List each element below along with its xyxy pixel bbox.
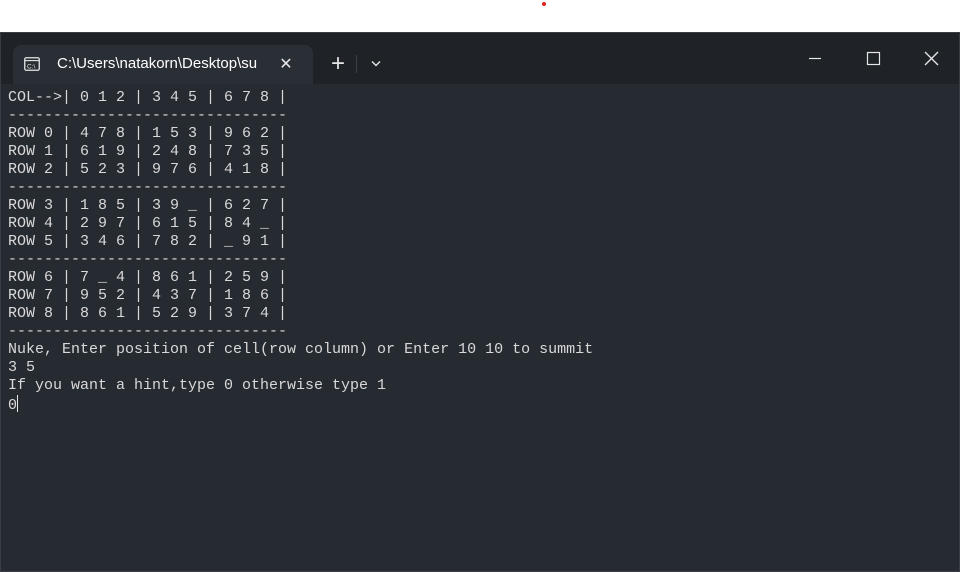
terminal-line: COL-->| 0 1 2 | 3 4 5 | 6 7 8 |: [8, 89, 288, 106]
terminal-line: -------------------------------: [8, 107, 288, 124]
close-icon: [924, 51, 939, 66]
terminal-input-text: 0: [8, 397, 18, 414]
terminal-line: If you want a hint,type 0 otherwise type…: [8, 377, 387, 394]
terminal-line: -------------------------------: [8, 323, 288, 340]
terminal-line: ROW 7 | 9 5 2 | 4 3 7 | 1 8 6 |: [8, 287, 288, 304]
close-window-button[interactable]: [908, 43, 954, 75]
terminal-line: ROW 5 | 3 4 6 | 7 8 2 | _ 9 1 |: [8, 233, 288, 250]
terminal-line: ROW 0 | 4 7 8 | 1 5 3 | 9 6 2 |: [8, 125, 288, 142]
tab-dropdown-button[interactable]: [361, 50, 391, 78]
terminal-line: -------------------------------: [8, 179, 288, 196]
close-tab-button[interactable]: ✕: [276, 54, 296, 74]
new-tab-button[interactable]: +: [321, 50, 355, 78]
terminal-output[interactable]: COL-->| 0 1 2 | 3 4 5 | 6 7 8 | --------…: [8, 89, 948, 559]
terminal-line: ROW 1 | 6 1 9 | 2 4 8 | 7 3 5 |: [8, 143, 288, 160]
desktop-top-strip: [0, 0, 960, 32]
chevron-down-icon: [371, 61, 381, 67]
terminal-line: ROW 6 | 7 _ 4 | 8 6 1 | 2 5 9 |: [8, 269, 288, 286]
svg-text:C:\: C:\: [27, 63, 36, 70]
minimize-icon: [809, 57, 821, 60]
tab-title: C:\Users\natakorn\Desktop\su: [57, 55, 258, 72]
maximize-icon: [866, 51, 881, 66]
terminal-input-line[interactable]: 0: [8, 395, 948, 414]
terminal-icon: C:\: [24, 57, 40, 71]
terminal-line: 3 5: [8, 359, 36, 376]
maximize-button[interactable]: [850, 43, 896, 75]
terminal-line: -------------------------------: [8, 251, 288, 268]
title-bar[interactable]: C:\ C:\Users\natakorn\Desktop\su ✕ +: [1, 33, 959, 84]
minimize-button[interactable]: [792, 43, 838, 75]
active-tab[interactable]: C:\ C:\Users\natakorn\Desktop\su ✕: [13, 45, 313, 84]
terminal-window: C:\ C:\Users\natakorn\Desktop\su ✕ + COL…: [0, 32, 960, 572]
terminal-line: ROW 3 | 1 8 5 | 3 9 _ | 6 2 7 |: [8, 197, 288, 214]
terminal-line: ROW 8 | 8 6 1 | 5 2 9 | 3 7 4 |: [8, 305, 288, 322]
terminal-line: ROW 4 | 2 9 7 | 6 1 5 | 8 4 _ |: [8, 215, 288, 232]
terminal-line: Nuke, Enter position of cell(row column)…: [8, 341, 594, 358]
tab-divider: [356, 55, 357, 73]
text-cursor: [17, 395, 19, 412]
red-dot-marker: [542, 2, 546, 6]
terminal-line: ROW 2 | 5 2 3 | 9 7 6 | 4 1 8 |: [8, 161, 288, 178]
